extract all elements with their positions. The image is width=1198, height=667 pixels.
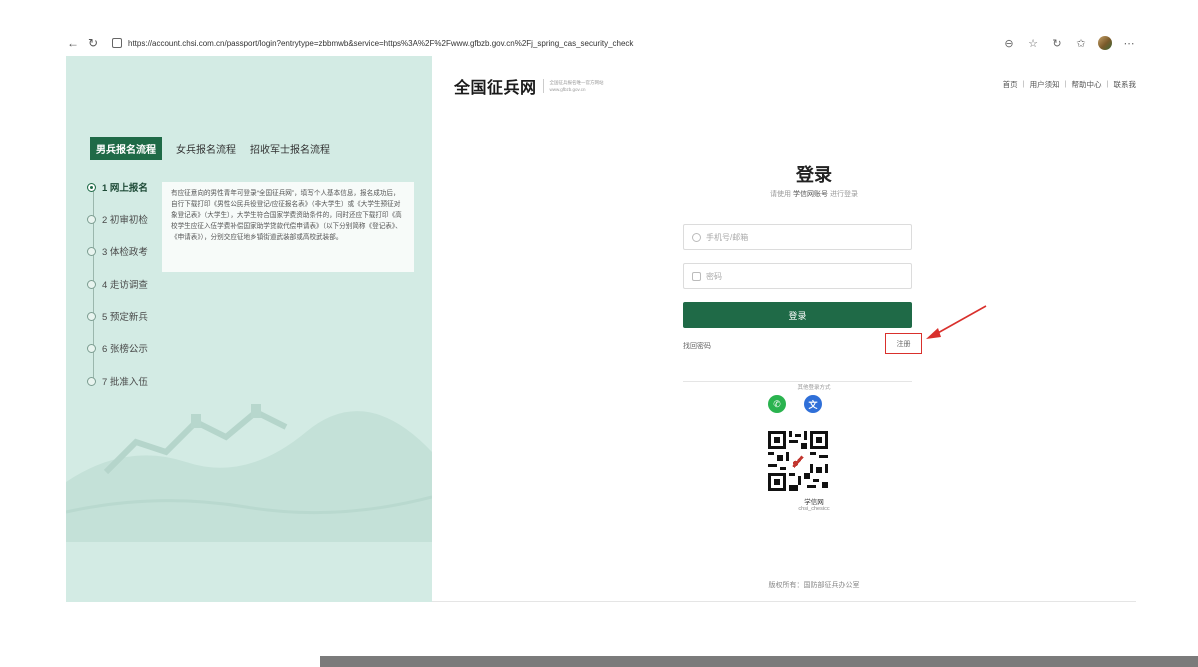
nav-notice[interactable]: 用户须知 (1030, 79, 1060, 90)
copyright: 版权所有：国防部征兵办公室 (768, 582, 860, 589)
bottom-bar (320, 656, 1198, 667)
hint-prefix: 请使用 (770, 191, 792, 198)
login-area: 全国征兵网 全国征兵报名唯一官方网站 www.gfbzb.gov.cn 首页 |… (432, 56, 1136, 602)
login-title: 登录 (796, 165, 832, 185)
step-label: 4 走访调查 (102, 280, 148, 291)
step-dot (87, 246, 96, 256)
password-field[interactable]: 密码 (683, 263, 912, 289)
more-icon[interactable]: ⋯ (1122, 36, 1136, 50)
hint-account: 学信网账号 (793, 191, 828, 198)
site-logo[interactable]: 全国征兵网 全国征兵报名唯一官方网站 www.gfbzb.gov.cn (454, 74, 604, 98)
zoom-icon[interactable]: ⊖ (1002, 36, 1016, 50)
user-icon (692, 232, 701, 242)
top-nav: 首页 | 用户须知 | 帮助中心 | 联系我 (1003, 79, 1136, 90)
step-dot (87, 214, 96, 224)
forgot-password-link[interactable]: 找回密码 (683, 341, 711, 351)
step-label: 6 张榜公示 (102, 344, 148, 355)
nav-contact[interactable]: 联系我 (1114, 79, 1137, 90)
url-text: https://account.chsi.com.cn/passport/log… (128, 38, 634, 48)
favorites-icon[interactable]: ✩ (1074, 36, 1088, 50)
nav-separator: | (1106, 79, 1109, 88)
step-description: 有应征意向的男性青年可登录“全国征兵网”，填写个人基本信息，报名成功后，自行下载… (162, 182, 414, 272)
password-placeholder: 密码 (706, 271, 722, 281)
back-icon[interactable]: ← (66, 36, 80, 50)
tab-nco[interactable]: 招收军士报名流程 (250, 141, 330, 156)
process-tabs: 男兵报名流程 女兵报名流程 招收军士报名流程 (90, 137, 330, 160)
hint-suffix: 进行登录 (829, 191, 858, 198)
step-label: 2 初审初检 (102, 215, 148, 226)
other-methods: 其他登录方式 (462, 376, 1166, 394)
tab-male[interactable]: 男兵报名流程 (90, 137, 162, 160)
qr-account: chsi_chesicc (798, 506, 830, 512)
browser-toolbar: ← ↻ https://account.chsi.com.cn/passport… (66, 32, 1136, 54)
register-link[interactable]: 注册 (885, 333, 922, 354)
profile-avatar[interactable] (1098, 36, 1112, 50)
nav-help[interactable]: 帮助中心 (1072, 79, 1102, 90)
step-dot (87, 182, 96, 192)
step-7[interactable]: 7 批准入伍 (87, 374, 148, 388)
refresh-page-icon[interactable]: ↻ (1050, 36, 1064, 50)
nav-home[interactable]: 首页 (1003, 79, 1018, 90)
login-button[interactable]: 登录 (683, 302, 912, 328)
qr-code-icon (768, 431, 828, 491)
chsi-icon[interactable]: 文 (804, 395, 822, 413)
logo-sub-line2: www.gfbzb.gov.cn (549, 87, 586, 92)
step-dot (87, 343, 96, 353)
step-dot (87, 311, 96, 321)
lock-icon (692, 271, 701, 281)
step-label: 5 预定新兵 (102, 312, 148, 323)
nav-separator: | (1064, 79, 1067, 88)
browser-actions: ⊖ ☆ ↻ ✩ ⋯ (1002, 36, 1136, 50)
username-field[interactable]: 手机号/邮箱 (683, 224, 912, 250)
screenshot-root: ← ↻ https://account.chsi.com.cn/passport… (0, 0, 1198, 667)
lock-icon (112, 38, 122, 48)
step-2[interactable]: 2 初审初检 (87, 212, 148, 226)
logo-subtitle: 全国征兵报名唯一官方网站 www.gfbzb.gov.cn (542, 79, 604, 93)
login-hint: 请使用 学信网账号 进行登录 (462, 189, 1166, 199)
tab-female[interactable]: 女兵报名流程 (176, 141, 236, 156)
step-dot (87, 376, 96, 386)
qr-label: 学信网 (804, 499, 824, 506)
star-icon[interactable]: ☆ (1026, 36, 1040, 50)
great-wall-illustration (66, 404, 432, 542)
logo-title: 全国征兵网 (454, 80, 537, 97)
refresh-icon[interactable]: ↻ (86, 36, 100, 50)
annotation-arrow-icon (926, 305, 987, 339)
logo-sub-line1: 全国征兵报名唯一官方网站 (549, 80, 604, 85)
other-methods-label: 其他登录方式 (791, 385, 837, 391)
step-dot (87, 279, 96, 289)
step-label: 1 网上报名 (102, 183, 148, 194)
social-login: ✆ 文 (768, 395, 822, 413)
nav-separator: | (1022, 79, 1025, 88)
step-6[interactable]: 6 张榜公示 (87, 341, 148, 355)
step-5[interactable]: 5 预定新兵 (87, 309, 148, 323)
wechat-icon[interactable]: ✆ (768, 395, 786, 413)
step-label: 3 体检政考 (102, 247, 148, 258)
address-bar[interactable]: https://account.chsi.com.cn/passport/log… (106, 34, 1002, 52)
username-placeholder: 手机号/邮箱 (706, 232, 749, 242)
step-4[interactable]: 4 走访调查 (87, 277, 148, 291)
process-panel: 男兵报名流程 女兵报名流程 招收军士报名流程 1 网上报名 2 初审初检 3 体… (66, 56, 432, 602)
step-3[interactable]: 3 体检政考 (87, 244, 148, 258)
step-label: 7 批准入伍 (102, 377, 148, 388)
step-1[interactable]: 1 网上报名 (87, 180, 148, 194)
